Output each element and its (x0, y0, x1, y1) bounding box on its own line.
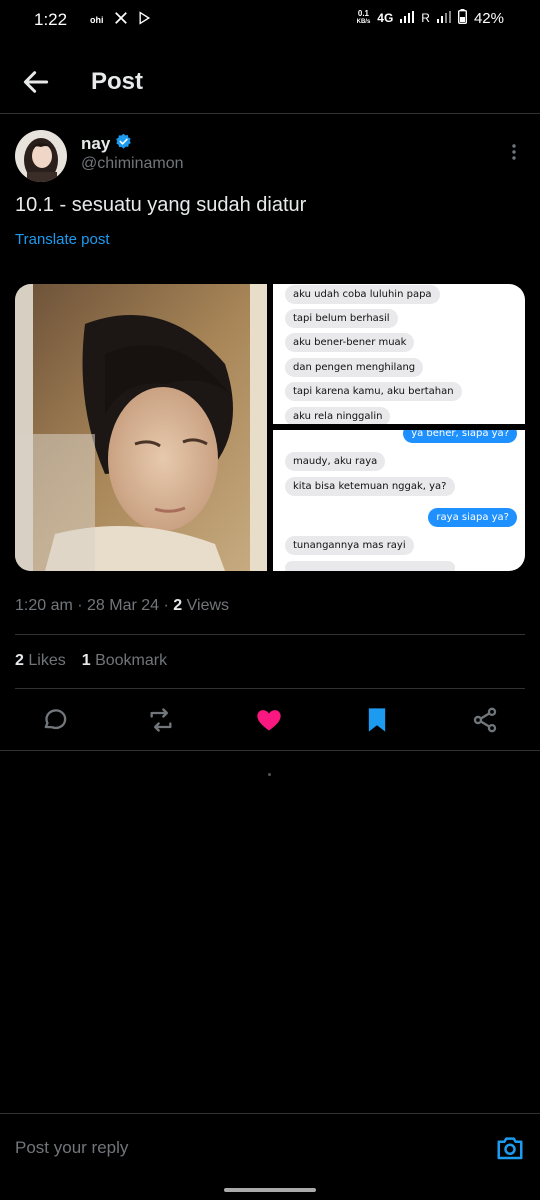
network-type: 4G (377, 11, 394, 25)
post-media[interactable]: aku udah coba luluhin papa tapi belum be… (15, 284, 525, 571)
signal-icon (436, 10, 451, 26)
chat-bubble: aku bener-bener muak (285, 333, 415, 352)
repost-button[interactable] (147, 706, 175, 734)
engagement-stats: 2 Likes 1 Bookmark (15, 652, 167, 670)
author-name[interactable]: nay (81, 133, 132, 155)
action-bar (0, 700, 540, 740)
reply-bar: Post your reply (0, 1113, 540, 1173)
views-count: 2 (173, 597, 183, 614)
like-button[interactable] (255, 706, 283, 734)
roaming-indicator: R (421, 11, 430, 25)
play-store-icon (138, 11, 151, 28)
repost-icon (150, 708, 172, 732)
battery-percent: 42% (473, 9, 504, 27)
network-speed: 0.1 KB/s (356, 9, 371, 26)
avatar[interactable] (15, 130, 67, 182)
system-indicators: 0.1 KB/s 4G R 42% (357, 9, 504, 27)
back-button[interactable] (20, 66, 52, 98)
chat-bubble: tapi belum berhasil (285, 309, 398, 328)
chat-bubble-outgoing: ya bener, siapa ya? (403, 430, 517, 443)
status-bar: 1:22 ohi 0.1 KB/s 4G R 42% (0, 0, 540, 40)
chat-screenshot-1[interactable]: aku udah coba luluhin papa tapi belum be… (273, 284, 525, 424)
arrow-left-icon (23, 71, 49, 93)
bookmark-button[interactable] (363, 706, 391, 734)
reply-input[interactable]: Post your reply (15, 1138, 128, 1158)
bookmarks-stat[interactable]: 1 Bookmark (82, 652, 167, 670)
chat-bubble-cut-off (285, 561, 455, 571)
loading-indicator (268, 773, 271, 776)
chat-bubble: maudy, aku raya (285, 452, 386, 471)
chat-bubble: tapi karena kamu, aku bertahan (285, 382, 462, 401)
post-timestamp: 1:20 am · 28 Mar 24 · 2 Views (15, 597, 230, 614)
verified-badge-icon (115, 133, 132, 155)
chat-bubble: tunangannya mas rayi (285, 536, 414, 555)
likes-stat[interactable]: 2 Likes (15, 652, 66, 670)
x-logo-icon (114, 11, 128, 28)
divider (0, 750, 540, 751)
page-title: Post (91, 68, 144, 95)
more-vertical-icon (512, 144, 516, 160)
author-handle[interactable]: @chiminamon (81, 155, 184, 173)
chat-bubble: dan pengen menghilang (285, 358, 424, 377)
notification-icons: ohi (90, 11, 151, 28)
divider (15, 688, 525, 689)
battery-icon (457, 9, 467, 27)
reply-button[interactable] (40, 706, 68, 734)
photo-image[interactable] (15, 284, 267, 571)
signal-icon (400, 10, 415, 26)
camera-icon (497, 1137, 523, 1160)
bookmark-icon (368, 708, 386, 732)
ohi-icon: ohi (90, 14, 104, 25)
more-options-button[interactable] (500, 140, 528, 164)
chat-bubble: kita bisa ketemuan nggak, ya? (285, 477, 455, 496)
chat-bubble: aku udah coba luluhin papa (285, 285, 440, 304)
divider (15, 634, 525, 635)
chat-screenshot-2[interactable]: ya bener, siapa ya? maudy, aku raya kita… (273, 430, 525, 571)
camera-button[interactable] (495, 1133, 525, 1163)
top-app-bar: Post (0, 56, 540, 114)
share-icon (473, 707, 497, 733)
post-text: 10.1 - sesuatu yang sudah diatur (15, 194, 307, 216)
like-icon (257, 710, 281, 731)
translate-post-link[interactable]: Translate post (15, 231, 110, 248)
chat-bubble-outgoing: raya siapa ya? (428, 508, 517, 527)
share-button[interactable] (471, 706, 499, 734)
home-indicator[interactable] (224, 1188, 316, 1192)
chat-bubble: aku rela ninggalin (285, 407, 391, 424)
status-time: 1:22 (34, 10, 68, 29)
reply-icon (44, 709, 67, 729)
